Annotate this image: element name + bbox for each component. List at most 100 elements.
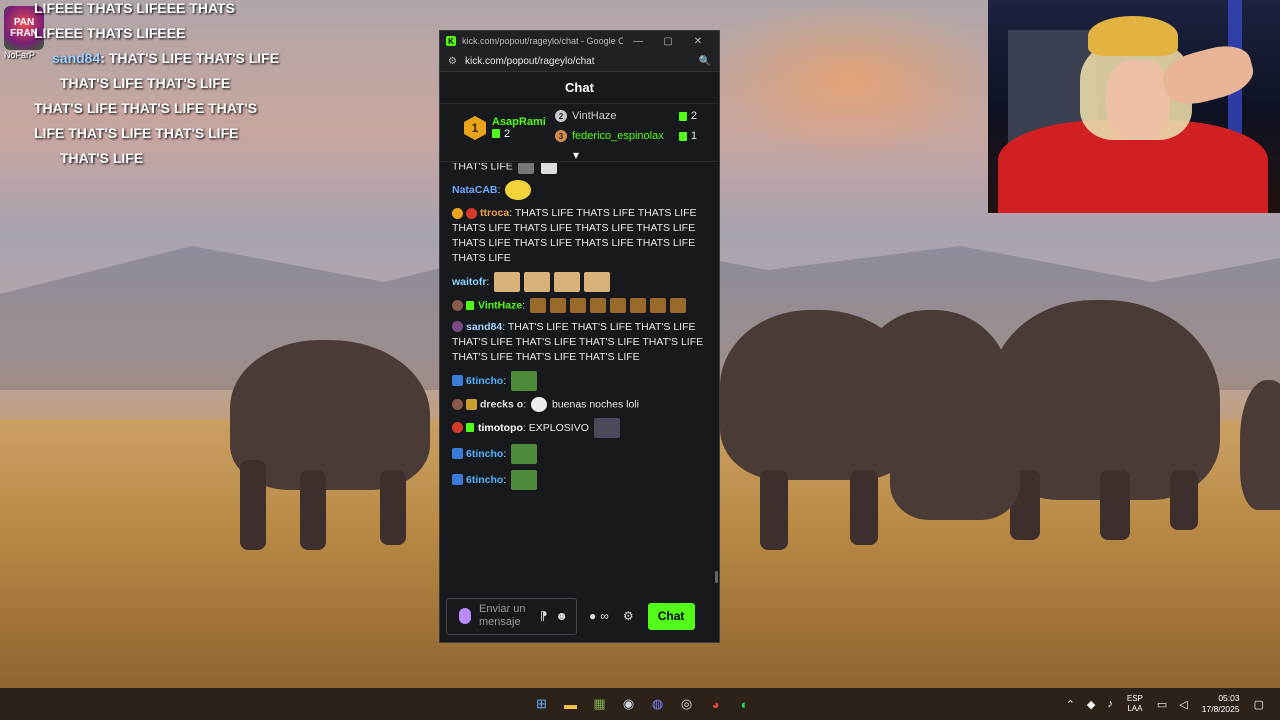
volume-icon[interactable]: ◁: [1179, 698, 1187, 711]
emote: [524, 272, 551, 293]
pin-badge-icon: [452, 375, 463, 387]
microphone-tray-icon[interactable]: ♪: [1107, 698, 1113, 710]
chrome-icon[interactable]: ◕: [704, 692, 728, 716]
game-app-icon[interactable]: ▦: [588, 692, 612, 716]
emote: [570, 298, 586, 314]
send-chat-button[interactable]: Chat: [647, 602, 695, 630]
maximize-icon[interactable]: ▢: [653, 36, 683, 47]
taskbar: ⊞ ▬ ▦ ◉ ◍ ◎ ◕ ◐ ⌃ ◆ ♪ ESP LAA ▭ ◁ 05:03 …: [0, 688, 1280, 720]
emote: [511, 469, 538, 490]
emoji-icon[interactable]: ☻: [555, 609, 568, 623]
chat-message: timotopo: EXPLOSIVO: [452, 417, 709, 438]
stream-chat-overlay: LIFEEE THATS LIFEEE THATS LIFEEE THATS L…: [34, 0, 354, 171]
emote: [584, 272, 611, 293]
overlay-line: LIFE THAT'S LIFE THAT'S LIFE: [34, 125, 239, 141]
chat-username[interactable]: waitofr: [452, 276, 486, 288]
leaderboard-count: 2: [690, 110, 697, 122]
chat-message: VintHaze:: [452, 298, 709, 314]
zoom-icon[interactable]: 🔍: [699, 56, 711, 67]
gift-icon: [678, 111, 687, 121]
translate-icon[interactable]: ⁋: [540, 609, 548, 623]
chat-scrollbar[interactable]: [715, 571, 718, 583]
network-icon[interactable]: ▭: [1157, 698, 1167, 711]
chat-message: waitofr:: [452, 272, 709, 293]
chat-username[interactable]: VintHaze: [478, 300, 522, 312]
file-explorer-icon[interactable]: ▬: [559, 692, 583, 716]
points-icon[interactable]: ●: [589, 609, 596, 623]
security-icon[interactable]: ◆: [1087, 698, 1095, 711]
emote: [530, 298, 546, 314]
discord-icon[interactable]: ◍: [646, 692, 670, 716]
gift-leaderboard: 1 AsapRami 2 2 VintHaze 2 3 federico_esp…: [440, 104, 719, 162]
emote: [505, 180, 532, 201]
language-indicator[interactable]: ESP LAA: [1127, 694, 1143, 714]
notification-icon[interactable]: ▢: [1254, 698, 1264, 711]
leaderboard-first-name: AsapRami: [492, 116, 546, 128]
microphone-icon[interactable]: [459, 608, 471, 624]
settings-gear-icon[interactable]: ⚙: [623, 609, 634, 623]
chat-input-placeholder[interactable]: Enviar un mensaje: [479, 603, 536, 629]
close-icon[interactable]: ✕: [683, 36, 713, 47]
chat-input[interactable]: Enviar un mensaje ⁋ ☻: [446, 597, 577, 635]
obs-icon[interactable]: ◎: [675, 692, 699, 716]
chat-messages: THAT'S LIFE NataCAB: ttroca: THATS LIFE …: [440, 163, 719, 587]
window-titlebar[interactable]: K kick.com/popout/rageylo/chat - Google …: [440, 31, 719, 51]
chat-message: drecks o: buenas noches loli: [452, 396, 709, 412]
chat-username[interactable]: 6tincho: [466, 448, 503, 460]
collapse-leaderboard-icon[interactable]: ▾: [573, 148, 579, 162]
emote: [590, 298, 606, 314]
emote: [650, 298, 666, 314]
minimize-icon[interactable]: —: [623, 36, 653, 47]
chat-popup-window: K kick.com/popout/rageylo/chat - Google …: [439, 30, 720, 643]
leaderboard-name: federico_espinolax: [572, 130, 664, 142]
chat-message: 6tincho:: [452, 370, 709, 391]
user-badge-icon: [452, 422, 463, 434]
emote: [494, 272, 521, 293]
chat-username[interactable]: timotopo: [478, 422, 523, 434]
chat-username[interactable]: 6tincho: [466, 474, 503, 486]
user-badge-icon: [452, 321, 463, 333]
leaderboard-row[interactable]: 3 federico_espinolax 1: [555, 130, 697, 142]
leaderboard-first[interactable]: 1 AsapRami 2: [464, 116, 546, 140]
emote: [511, 370, 538, 391]
steam-icon[interactable]: ◉: [617, 692, 641, 716]
infinity-icon[interactable]: ∞: [600, 609, 609, 623]
window-title: kick.com/popout/rageylo/chat - Google Ch…: [462, 36, 623, 46]
start-menu-icon[interactable]: ⊞: [530, 692, 554, 716]
system-clock[interactable]: 05:03 17/8/2025: [1202, 693, 1240, 715]
chat-username[interactable]: drecks o: [480, 398, 523, 410]
overlay-line: THAT'S LIFE THAT'S LIFE THAT'S: [34, 100, 258, 116]
gold-medal-icon: 1: [464, 116, 486, 140]
spotify-icon[interactable]: ◐: [733, 692, 757, 716]
overlay-line: THAT'S LIFE THAT'S LIFE: [60, 75, 231, 91]
chat-header: Chat: [440, 72, 719, 104]
chat-username[interactable]: ttroca: [480, 207, 509, 219]
emote: [670, 298, 686, 314]
emote: [511, 443, 538, 464]
sub-badge-icon: [466, 422, 474, 432]
user-badge-icon: [466, 208, 477, 219]
address-bar[interactable]: ⚙ kick.com/popout/rageylo/chat 🔍: [440, 51, 719, 72]
kick-logo-icon: K: [446, 36, 456, 46]
chat-username[interactable]: 6tincho: [466, 374, 503, 386]
chat-message: NataCAB:: [452, 180, 709, 201]
chat-message: ttroca: THATS LIFE THATS LIFE THATS LIFE…: [452, 207, 697, 265]
chat-username[interactable]: sand84: [466, 321, 502, 333]
site-info-icon[interactable]: ⚙: [448, 56, 457, 67]
overlay-line: LIFEEE THATS LIFEEE THATS: [34, 0, 235, 16]
leaderboard-row[interactable]: 2 VintHaze 2: [555, 110, 697, 122]
chevron-up-icon[interactable]: ⌃: [1066, 698, 1075, 711]
user-badge-icon: [466, 398, 477, 410]
overlay-line: THAT'S LIFE: [60, 150, 144, 166]
overlay-line: LIFEEE THATS LIFEEE: [34, 25, 186, 41]
emote: [554, 272, 581, 293]
user-badge-icon: [452, 398, 463, 410]
url-text[interactable]: kick.com/popout/rageylo/chat: [465, 56, 699, 67]
chat-username[interactable]: NataCAB: [452, 184, 498, 196]
emote: [540, 163, 557, 174]
chat-message: THAT'S LIFE: [452, 163, 709, 174]
pin-badge-icon: [452, 448, 463, 460]
emote: [550, 298, 566, 314]
gift-icon: [678, 131, 687, 141]
emote: [610, 298, 626, 314]
